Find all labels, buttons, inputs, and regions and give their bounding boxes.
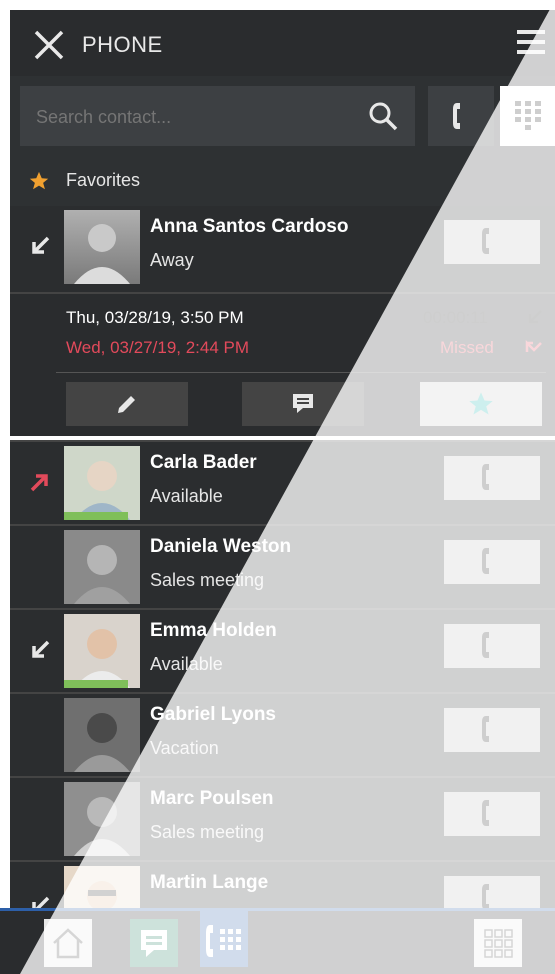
apps-button[interactable] bbox=[474, 919, 522, 967]
tab-dialpad[interactable] bbox=[500, 86, 555, 146]
search-row bbox=[10, 76, 555, 156]
contact-name: Marc Poulsen bbox=[150, 788, 274, 809]
avatar bbox=[64, 530, 140, 604]
hamburger-menu-icon[interactable] bbox=[515, 26, 547, 60]
favorites-header: Favorites bbox=[10, 156, 555, 206]
phone-icon bbox=[453, 103, 460, 129]
page-title: PHONE bbox=[82, 32, 163, 57]
message-button[interactable] bbox=[242, 382, 364, 426]
incoming-call-icon bbox=[32, 640, 50, 658]
contact-name: Gabriel Lyons bbox=[150, 704, 276, 725]
contact-row[interactable]: Emma Holden Available bbox=[10, 608, 555, 692]
contact-row-expanded[interactable]: Anna Santos Cardoso Away bbox=[10, 206, 555, 292]
contact-name: Anna Santos Cardoso bbox=[150, 216, 349, 237]
avatar bbox=[64, 782, 140, 856]
phone-nav-button[interactable] bbox=[200, 911, 248, 967]
contact-status: Sales meeting bbox=[150, 570, 265, 590]
call-button[interactable] bbox=[444, 708, 540, 752]
phone-icon bbox=[482, 800, 489, 826]
chat-icon bbox=[293, 394, 313, 413]
phone-icon bbox=[482, 228, 489, 254]
phone-icon bbox=[482, 884, 489, 910]
search-icon[interactable] bbox=[367, 100, 399, 132]
apps-grid-icon bbox=[484, 929, 513, 958]
phone-icon bbox=[482, 716, 489, 742]
call-button[interactable] bbox=[444, 540, 540, 584]
bottom-nav bbox=[0, 908, 555, 974]
contact-status: Available bbox=[150, 486, 223, 506]
phone-icon bbox=[482, 548, 489, 574]
avatar bbox=[64, 446, 140, 520]
incoming-call-icon bbox=[32, 236, 50, 254]
call-button[interactable] bbox=[444, 220, 540, 264]
avatar bbox=[64, 698, 140, 772]
call-button[interactable] bbox=[444, 792, 540, 836]
incoming-call-icon bbox=[528, 310, 542, 324]
dialpad-icon bbox=[206, 925, 241, 957]
phone-app: PHONE Favorites Anna Santos C bbox=[0, 0, 555, 974]
missed-call-icon bbox=[525, 339, 542, 352]
pencil-icon bbox=[118, 396, 135, 413]
phone-icon bbox=[482, 464, 489, 490]
dialpad-icon bbox=[515, 101, 541, 130]
home-button[interactable] bbox=[44, 919, 92, 967]
header-bar: PHONE bbox=[10, 10, 555, 76]
close-icon[interactable] bbox=[32, 28, 66, 62]
star-icon bbox=[29, 171, 49, 190]
edit-button[interactable] bbox=[66, 382, 188, 426]
call-button[interactable] bbox=[444, 624, 540, 668]
star-icon bbox=[469, 392, 493, 415]
chat-icon bbox=[141, 930, 167, 957]
contact-name: Martin Lange bbox=[150, 872, 269, 893]
phone-icon bbox=[482, 632, 489, 658]
search-input[interactable] bbox=[34, 86, 358, 148]
call-history-panel: Thu, 03/28/19, 3:50 PM 00:00:11 Wed, 03/… bbox=[10, 292, 555, 436]
contact-row[interactable]: Martin Lange bbox=[10, 860, 555, 910]
avatar bbox=[64, 210, 140, 284]
contact-status: Vacation bbox=[150, 738, 219, 758]
call-button[interactable] bbox=[444, 876, 540, 910]
contact-name: Daniela Weston bbox=[150, 536, 292, 557]
contact-status: Available bbox=[150, 654, 223, 674]
home-icon bbox=[53, 928, 83, 959]
contact-row[interactable]: Gabriel Lyons Vacation bbox=[10, 692, 555, 776]
contact-row[interactable]: Marc Poulsen Sales meeting bbox=[10, 776, 555, 860]
tab-contacts[interactable] bbox=[428, 86, 494, 146]
outgoing-call-icon bbox=[30, 474, 48, 492]
contact-row[interactable]: Carla Bader Available bbox=[10, 440, 555, 524]
favorites-label: Favorites bbox=[66, 170, 141, 190]
call-button[interactable] bbox=[444, 456, 540, 500]
contact-name: Emma Holden bbox=[150, 620, 277, 641]
chat-button[interactable] bbox=[130, 919, 178, 967]
contact-status: Away bbox=[150, 250, 194, 270]
call-duration: 00:00:11 bbox=[423, 308, 488, 327]
avatar bbox=[64, 614, 140, 688]
avatar bbox=[64, 866, 140, 910]
favorite-toggle-button[interactable] bbox=[420, 382, 542, 426]
call-date: Wed, 03/27/19, 2:44 PM bbox=[66, 338, 250, 357]
contact-row[interactable]: Daniela Weston Sales meeting bbox=[10, 524, 555, 608]
search-box bbox=[20, 86, 415, 148]
contact-name: Carla Bader bbox=[150, 452, 257, 473]
call-date: Thu, 03/28/19, 3:50 PM bbox=[66, 308, 244, 327]
call-status-missed: Missed bbox=[440, 338, 494, 357]
contact-status: Sales meeting bbox=[150, 822, 265, 842]
